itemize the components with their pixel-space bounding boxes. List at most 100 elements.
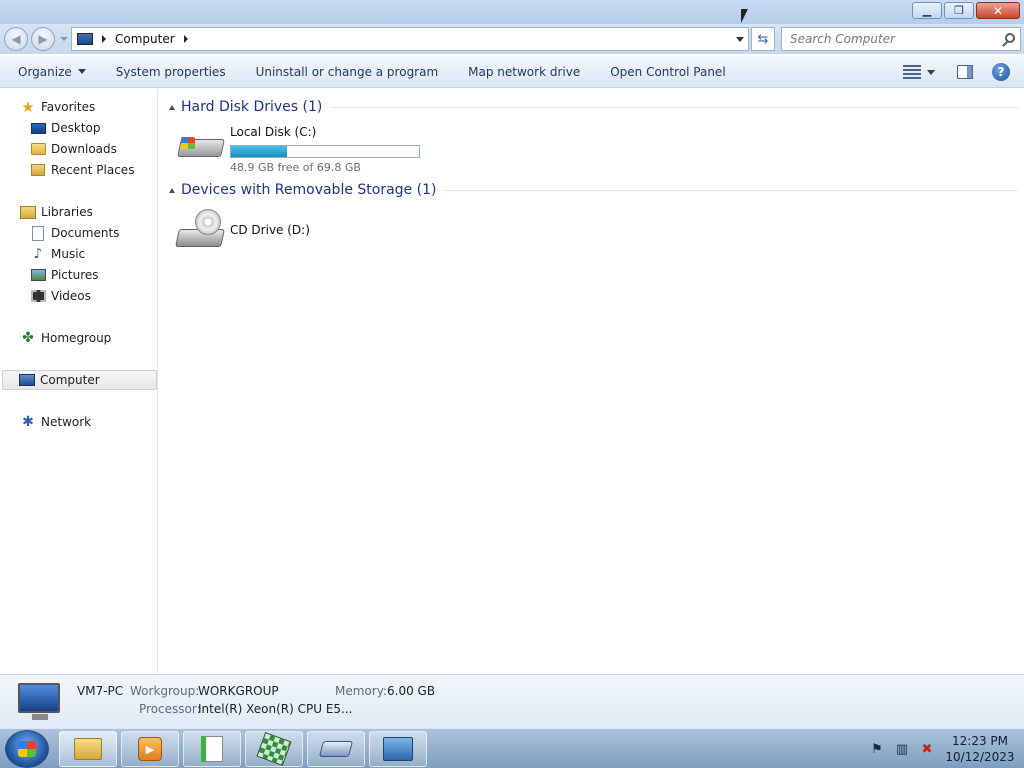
forward-arrow-icon: ▶	[38, 32, 48, 46]
group-hard-disk-drives[interactable]: Hard Disk Drives (1)	[159, 96, 1024, 118]
sidebar-item-computer[interactable]: Computer	[2, 370, 157, 390]
organize-menu[interactable]: Organize	[0, 56, 101, 88]
search-icon[interactable]	[1005, 33, 1015, 43]
sidebar-label: Desktop	[51, 121, 101, 135]
sidebar-label: Homegroup	[41, 331, 112, 345]
drive-free-space: 48.9 GB free of 69.8 GB	[230, 161, 361, 174]
sidebar-item-music[interactable]: ♪ Music	[30, 244, 86, 264]
content-pane: Hard Disk Drives (1) Local Disk (C:) 48.…	[159, 89, 1024, 674]
collapse-triangle-icon[interactable]	[169, 187, 175, 193]
help-icon[interactable]: ?	[992, 63, 1010, 81]
group-title: Devices with Removable Storage (1)	[181, 182, 437, 198]
sidebar-item-network[interactable]: ✱ Network	[20, 412, 91, 432]
star-icon: ★	[21, 98, 35, 116]
sidebar-item-documents[interactable]: Documents	[30, 223, 119, 243]
sidebar-item-desktop[interactable]: Desktop	[30, 118, 101, 138]
capacity-bar-fill	[231, 146, 288, 157]
maximize-button[interactable]: ❐	[944, 2, 974, 19]
taskbar-drive-app[interactable]	[307, 731, 365, 767]
cd-drive-icon	[175, 209, 225, 253]
close-button[interactable]: ✕	[976, 2, 1020, 19]
address-row: ◀ ▶ Computer ⇆	[0, 24, 1024, 54]
taskbar-app-tool[interactable]	[245, 731, 303, 767]
clock[interactable]: 12:23 PM 10/12/2023	[944, 733, 1016, 765]
sidebar-label: Documents	[51, 226, 120, 240]
taskbar-notepad[interactable]	[183, 731, 241, 767]
control-panel-icon	[383, 737, 413, 761]
open-control-panel-button[interactable]: Open Control Panel	[595, 56, 740, 88]
sidebar-item-recent-places[interactable]: Recent Places	[30, 160, 134, 180]
drive-info: CD Drive (D:)	[230, 209, 310, 253]
sidebar-label: Music	[51, 247, 86, 261]
sidebar-label: Network	[41, 415, 92, 429]
address-bar[interactable]: Computer	[71, 27, 749, 51]
command-bar-right: ?	[903, 56, 1024, 88]
sidebar-label: Downloads	[51, 142, 117, 156]
downloads-folder-icon	[30, 141, 46, 157]
computer-icon	[77, 33, 93, 45]
sidebar-item-favorites[interactable]: ★ Favorites	[20, 97, 95, 117]
drive-icon	[318, 741, 354, 757]
media-player-icon: ▶	[138, 737, 162, 761]
drive-local-disk-c[interactable]: Local Disk (C:) 48.9 GB free of 69.8 GB	[177, 125, 420, 174]
breadcrumb-separator-icon[interactable]	[102, 35, 106, 43]
uninstall-program-button[interactable]: Uninstall or change a program	[241, 56, 454, 88]
search-input[interactable]	[782, 28, 992, 50]
windows-logo-icon	[181, 137, 195, 149]
hard-drive-icon	[177, 125, 225, 163]
window-title-bar[interactable]: ▁ ❐ ✕	[0, 0, 1024, 24]
sidebar-label: Libraries	[41, 205, 93, 219]
libraries-icon	[20, 204, 36, 220]
map-network-drive-button[interactable]: Map network drive	[453, 56, 595, 88]
preview-pane-icon[interactable]	[957, 65, 973, 79]
system-properties-button[interactable]: System properties	[101, 56, 241, 88]
sidebar-item-videos[interactable]: Videos	[30, 286, 91, 306]
sidebar-item-libraries[interactable]: Libraries	[20, 202, 93, 222]
command-bar: Organize System properties Uninstall or …	[0, 56, 1024, 88]
group-divider	[330, 106, 1018, 108]
folder-icon	[74, 738, 102, 760]
back-button[interactable]: ◀	[4, 27, 28, 51]
refresh-button[interactable]: ⇆	[751, 27, 775, 51]
restore-icon: ❐	[954, 4, 964, 17]
computer-icon	[19, 372, 35, 388]
minimize-icon: ▁	[922, 4, 932, 17]
group-removable-storage[interactable]: Devices with Removable Storage (1)	[159, 179, 1024, 201]
sidebar-item-homegroup[interactable]: ✤ Homegroup	[20, 328, 111, 348]
taskbar-explorer[interactable]	[59, 731, 117, 767]
close-icon: ✕	[992, 3, 1004, 18]
navigation-pane: ★ Favorites Desktop Downloads Recent Plac…	[0, 89, 158, 674]
volume-muted-icon[interactable]: ✖	[919, 741, 935, 757]
forward-button[interactable]: ▶	[31, 27, 55, 51]
pictures-icon	[30, 267, 46, 283]
address-history-dropdown[interactable]	[736, 37, 744, 42]
music-icon: ♪	[33, 246, 43, 262]
mouse-cursor-icon	[741, 9, 748, 23]
view-options-dropdown[interactable]	[927, 69, 935, 75]
clock-time: 12:23 PM	[952, 734, 1008, 748]
network-icon: ✱	[22, 414, 34, 430]
action-center-flag-icon[interactable]: ⚑	[869, 741, 885, 757]
breadcrumb-chevron-icon[interactable]	[183, 35, 188, 43]
sidebar-item-downloads[interactable]: Downloads	[30, 139, 117, 159]
workgroup-value: WORKGROUP	[198, 684, 279, 698]
taskbar-media-player[interactable]: ▶	[121, 731, 179, 767]
recent-pages-dropdown[interactable]	[60, 37, 68, 41]
drive-name: Local Disk (C:)	[230, 125, 317, 139]
organize-label: Organize	[18, 64, 72, 79]
sidebar-label: Computer	[40, 373, 100, 387]
start-button[interactable]	[5, 730, 49, 768]
system-tray: ⚑ ▥ ✖ 12:23 PM 10/12/2023	[869, 729, 1024, 768]
drive-cd-d[interactable]: CD Drive (D:)	[175, 209, 310, 253]
network-status-icon[interactable]: ▥	[894, 741, 910, 757]
breadcrumb-computer[interactable]: Computer	[115, 32, 175, 46]
minimize-button[interactable]: ▁	[912, 2, 942, 19]
sidebar-label: Recent Places	[51, 163, 135, 177]
change-view-icon[interactable]	[903, 65, 921, 79]
sidebar-item-pictures[interactable]: Pictures	[30, 265, 99, 285]
windows-logo-icon	[18, 741, 36, 757]
pc-name: VM7-PC	[77, 684, 124, 698]
drive-name: CD Drive (D:)	[230, 223, 310, 237]
taskbar-control-panel[interactable]	[369, 731, 427, 767]
collapse-triangle-icon[interactable]	[169, 104, 175, 110]
